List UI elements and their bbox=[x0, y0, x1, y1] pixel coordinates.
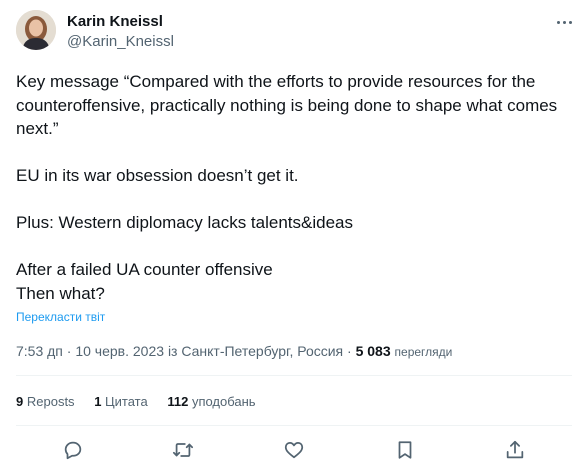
author-name[interactable]: Karin Kneissl bbox=[67, 13, 163, 31]
likes-stat[interactable]: 112 уподобань bbox=[167, 394, 255, 409]
like-icon[interactable] bbox=[282, 438, 306, 462]
likes-label: уподобань bbox=[191, 394, 256, 409]
divider bbox=[16, 425, 572, 426]
action-bar bbox=[0, 436, 588, 466]
engagement-stats: 9 Reposts 1 Цитата 112 уподобань bbox=[16, 393, 272, 411]
tweet-meta: 7:53 дп · 10 черв. 2023 із Санкт-Петербу… bbox=[16, 342, 452, 361]
tweet-location: із Санкт-Петербург, Россия bbox=[167, 343, 344, 359]
bookmark-icon[interactable] bbox=[393, 438, 417, 462]
quotes-stat[interactable]: 1 Цитата bbox=[94, 394, 148, 409]
quotes-label: Цитата bbox=[105, 394, 148, 409]
likes-count: 112 bbox=[167, 394, 189, 409]
reposts-label: Reposts bbox=[26, 394, 75, 409]
avatar[interactable] bbox=[16, 10, 56, 50]
tweet-paragraph: EU in its war obsession doesn’t get it. bbox=[16, 166, 299, 185]
translate-link[interactable]: Перекласти твіт bbox=[16, 309, 105, 325]
views-label: перегляди bbox=[394, 345, 453, 359]
reply-icon[interactable] bbox=[61, 438, 85, 462]
tweet-paragraph: After a failed UA counter offensive Then… bbox=[16, 260, 273, 303]
tweet-text: Key message “Compared with the efforts t… bbox=[16, 70, 576, 305]
tweet-date[interactable]: 10 черв. 2023 bbox=[75, 343, 164, 359]
author-handle[interactable]: @Karin_Kneissl bbox=[67, 33, 174, 51]
share-icon[interactable] bbox=[503, 438, 527, 462]
tweet-paragraph: Key message “Compared with the efforts t… bbox=[16, 72, 562, 138]
retweet-icon[interactable] bbox=[171, 438, 195, 462]
views-count: 5 083 bbox=[355, 343, 391, 359]
divider bbox=[16, 375, 572, 376]
meta-separator: · bbox=[66, 343, 72, 359]
quotes-count: 1 bbox=[94, 394, 102, 409]
meta-separator: · bbox=[347, 343, 352, 359]
tweet-time[interactable]: 7:53 дп bbox=[16, 343, 63, 359]
reposts-count: 9 bbox=[16, 394, 24, 409]
more-options-icon[interactable] bbox=[552, 10, 576, 34]
tweet-paragraph: Plus: Western diplomacy lacks talents&id… bbox=[16, 213, 354, 232]
reposts-stat[interactable]: 9 Reposts bbox=[16, 394, 75, 409]
